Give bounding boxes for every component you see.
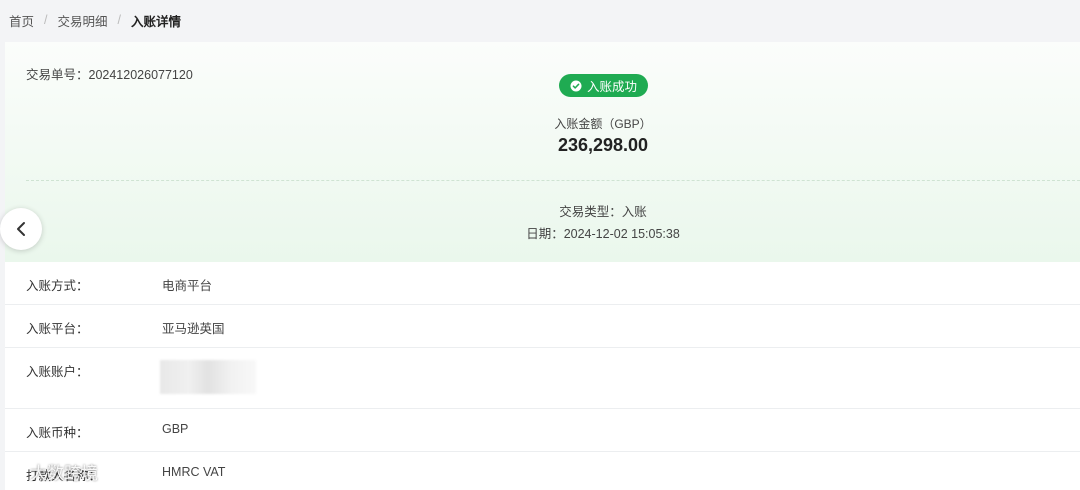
- detail-card: 交易单号：202412026077120 入账成功 入账金额（GBP） 236,…: [5, 42, 1080, 490]
- breadcrumb-current: 入账详情: [131, 14, 182, 29]
- redacted-account: [160, 360, 256, 394]
- detail-list: 入账方式： 电商平台 入账平台： 亚马逊英国 入账账户： 入账币种： GBP 打…: [5, 262, 1080, 490]
- watermark-text: 大数跨境: [30, 464, 98, 483]
- breadcrumb-home[interactable]: 首页: [9, 11, 34, 30]
- status-badge: 入账成功: [559, 74, 648, 97]
- detail-row-payer: 打款人名称： HMRC VAT: [5, 452, 1080, 490]
- breadcrumb-transactions[interactable]: 交易明细: [58, 11, 108, 30]
- status-text: 入账成功: [586, 80, 637, 94]
- detail-label: 入账平台：: [26, 322, 89, 336]
- detail-row-currency: 入账币种： GBP: [5, 409, 1080, 452]
- check-circle-icon: [570, 80, 582, 91]
- detail-label: 入账方式：: [26, 279, 89, 293]
- detail-value: GBP: [162, 422, 189, 436]
- chevron-left-icon: [17, 222, 25, 236]
- breadcrumb-separator: /: [117, 13, 121, 27]
- detail-row-method: 入账方式： 电商平台: [5, 262, 1080, 305]
- summary-panel: 交易单号：202412026077120 入账成功 入账金额（GBP） 236,…: [5, 42, 1080, 262]
- detail-row-account: 入账账户：: [5, 348, 1080, 409]
- detail-value: 亚马逊英国: [162, 322, 225, 336]
- detail-value: HMRC VAT: [162, 465, 226, 479]
- detail-label: 入账币种：: [26, 426, 89, 440]
- amount-value: 236,298.00: [557, 135, 649, 155]
- watermark: 大数跨境: [8, 459, 98, 484]
- breadcrumb-separator: /: [44, 13, 48, 27]
- back-button[interactable]: [0, 208, 42, 250]
- detail-row-platform: 入账平台： 亚马逊英国: [5, 305, 1080, 348]
- breadcrumb: 首页 / 交易明细 / 入账详情: [9, 11, 181, 29]
- transaction-date: 日期：2024-12-02 15:05:38: [526, 227, 680, 241]
- divider: [26, 180, 1080, 181]
- amount-label: 入账金额（GBP）: [554, 117, 652, 131]
- transaction-type: 交易类型：入账: [559, 205, 647, 219]
- brand-logo-icon: [8, 463, 26, 480]
- detail-value: 电商平台: [162, 279, 213, 293]
- detail-label: 入账账户：: [26, 365, 89, 379]
- transaction-number: 交易单号：202412026077120: [26, 68, 193, 82]
